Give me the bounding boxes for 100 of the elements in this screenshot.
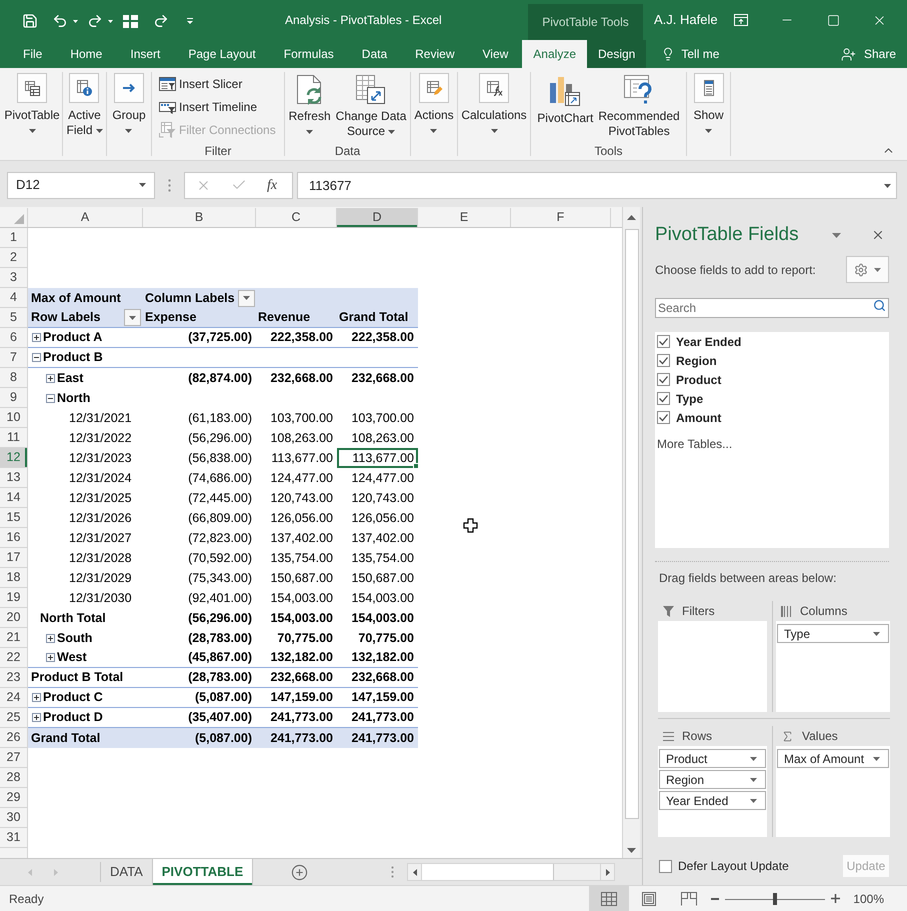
expand-icon[interactable]	[32, 713, 41, 722]
row-header[interactable]: 19	[0, 588, 28, 608]
row-header[interactable]: 18	[0, 568, 28, 588]
scrollbar-thumb[interactable]	[624, 229, 638, 819]
sheet-tab[interactable]: DATA	[101, 859, 152, 885]
active-cell[interactable]: 113,677.00	[337, 448, 418, 468]
ribbon-tab[interactable]: File	[9, 40, 56, 68]
view-button[interactable]	[589, 886, 630, 911]
row-header[interactable]: 4	[0, 288, 28, 308]
ribbon-button[interactable]: Change Data Source	[336, 68, 406, 143]
ribbon-display-icon[interactable]	[734, 14, 748, 26]
zoom-slider[interactable]	[725, 892, 826, 906]
ribbon-button[interactable]: Group	[112, 68, 146, 160]
ribbon-button[interactable]: Recommended PivotTables	[598, 68, 680, 143]
expand-icon[interactable]	[32, 693, 41, 702]
scrollbar-thumb[interactable]	[422, 864, 554, 880]
checkbox[interactable]	[657, 411, 670, 424]
ribbon-tab[interactable]: Home	[56, 40, 116, 68]
tell-me-button[interactable]: Tell me	[661, 40, 720, 68]
ribbon-tab[interactable]: Review	[401, 40, 468, 68]
ribbon-tab[interactable]: Page Layout	[174, 40, 270, 68]
row-header[interactable]: 9	[0, 388, 28, 408]
row-header[interactable]: 17	[0, 548, 28, 568]
expand-icon[interactable]	[46, 653, 55, 662]
ribbon-button[interactable]: Active Field	[66, 68, 102, 160]
defer-update-checkbox[interactable]: Defer Layout Update	[659, 857, 789, 875]
row-header[interactable]: 14	[0, 488, 28, 508]
area-drop-zone[interactable]: Type	[776, 621, 890, 712]
field-pill[interactable]: Region	[659, 770, 766, 789]
sheet-tab[interactable]: PIVOTTABLE	[152, 859, 254, 885]
column-header[interactable]: E	[418, 208, 511, 227]
ribbon-button[interactable]: Actions	[414, 68, 454, 160]
zoom-level[interactable]: 100%	[853, 890, 884, 908]
ribbon-button[interactable]: Insert Slicer	[159, 72, 284, 95]
formula-field[interactable]: 113677	[297, 172, 897, 198]
row-header[interactable]: 22	[0, 648, 28, 668]
row-header[interactable]: 16	[0, 528, 28, 548]
row-header[interactable]: 6	[0, 328, 28, 348]
ribbon-tab[interactable]: Data	[348, 40, 402, 68]
ribbon-button[interactable]: Insert Timeline	[159, 95, 284, 118]
row-header[interactable]: 7	[0, 348, 28, 368]
row-header[interactable]: 15	[0, 508, 28, 528]
row-header[interactable]: 5	[0, 308, 28, 328]
row-header[interactable]: 26	[0, 728, 28, 748]
row-header[interactable]: 25	[0, 708, 28, 728]
insert-function-button[interactable]: fx	[267, 174, 278, 196]
field-pill[interactable]: Product	[659, 749, 766, 768]
column-header[interactable]: F	[511, 208, 611, 227]
fill-handle-icon[interactable]	[413, 463, 419, 469]
row-header[interactable]: 29	[0, 788, 28, 808]
name-box[interactable]: D12	[7, 172, 155, 198]
search-icon[interactable]	[873, 299, 886, 312]
slider-thumb[interactable]	[773, 892, 778, 904]
row-header[interactable]: 1	[0, 228, 28, 248]
column-header[interactable]: A	[28, 208, 143, 227]
customize-icon[interactable]	[187, 18, 193, 24]
field-item[interactable]: Product	[657, 370, 722, 389]
row-header[interactable]: 23	[0, 668, 28, 688]
ribbon-button[interactable]: Calculations	[461, 68, 527, 160]
layout-icon[interactable]	[123, 14, 138, 28]
more-tables-link[interactable]: More Tables...	[657, 435, 732, 453]
field-pill[interactable]: Max of Amount	[777, 749, 889, 768]
row-header[interactable]: 28	[0, 768, 28, 788]
tools-button[interactable]	[846, 256, 889, 283]
row-header[interactable]: 21	[0, 628, 28, 648]
ribbon-tab[interactable]: Design	[587, 40, 646, 68]
field-item[interactable]: Amount	[657, 408, 722, 427]
ribbon-tab[interactable]: Formulas	[270, 40, 348, 68]
row-header[interactable]: 3	[0, 268, 28, 288]
user-name[interactable]: A.J. Hafele	[654, 10, 718, 30]
share-button[interactable]: Share	[840, 40, 896, 68]
expand-icon[interactable]	[46, 374, 55, 382]
ribbon-tab[interactable]: Analyze	[522, 40, 587, 68]
row-header[interactable]: 11	[0, 428, 28, 448]
horizontal-scrollbar[interactable]	[407, 863, 616, 881]
ribbon-button[interactable]: Show	[693, 68, 724, 160]
row-header[interactable]: 24	[0, 688, 28, 708]
row-header[interactable]: 12	[0, 448, 28, 468]
field-pill[interactable]: Type	[777, 624, 889, 643]
row-header[interactable]: 31	[0, 828, 28, 848]
field-pill[interactable]: Year Ended	[659, 791, 766, 810]
column-header[interactable]: B	[143, 208, 256, 227]
row-header[interactable]: 30	[0, 808, 28, 828]
ribbon-button[interactable]: PivotTable	[4, 68, 60, 160]
field-item[interactable]: Type	[657, 389, 704, 408]
field-item[interactable]: Year Ended	[657, 332, 742, 351]
checkbox[interactable]	[659, 860, 672, 872]
expand-icon[interactable]	[46, 634, 55, 642]
area-drop-zone[interactable]: Max of Amount	[776, 746, 890, 837]
maximize-icon[interactable]	[826, 14, 840, 26]
row-header[interactable]: 13	[0, 468, 28, 488]
save-icon[interactable]	[22, 13, 38, 29]
zoom-in-icon[interactable]	[831, 894, 840, 903]
redo-icon[interactable]	[87, 13, 103, 29]
column-header[interactable]: D	[337, 208, 418, 227]
checkbox[interactable]	[657, 335, 670, 348]
row-header[interactable]: 10	[0, 408, 28, 428]
row-header[interactable]: 8	[0, 368, 28, 388]
row-header[interactable]: 20	[0, 608, 28, 628]
redo-icon[interactable]	[153, 13, 169, 29]
